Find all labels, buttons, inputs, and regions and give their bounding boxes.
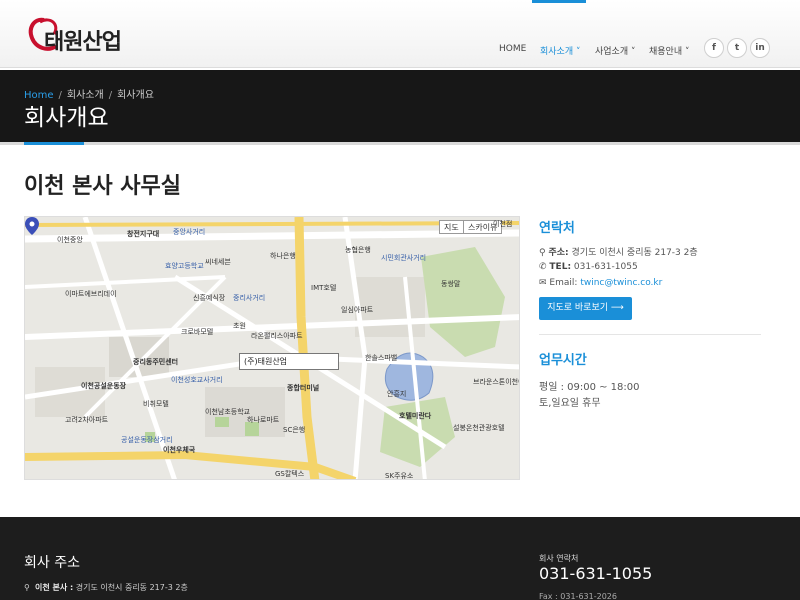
view-map-button[interactable]: 지도로 바로보기 ⟶ xyxy=(539,297,632,320)
map-label: 공설운동장삼거리 xyxy=(121,436,173,444)
contact-tel: ✆ TEL: 031-631-1055 xyxy=(539,262,638,272)
breadcrumb-current: 회사개요 xyxy=(117,90,154,101)
tel-value: 031-631-1055 xyxy=(573,262,638,272)
nav-recruit[interactable]: 채용안내 ˅ xyxy=(649,44,689,57)
contact-address: ⚲ 주소: 경기도 이천시 중리동 217-3 2층 xyxy=(539,245,698,258)
nav-home[interactable]: HOME xyxy=(499,44,526,54)
title-divider xyxy=(0,142,800,145)
map-label: 라온팰리스아파트 xyxy=(251,332,303,340)
footer-address-title: 회사 주소 xyxy=(24,555,80,571)
nav-company[interactable]: 회사소개 ˅ xyxy=(540,44,580,57)
footer-office-label: 이천 본사 : xyxy=(34,583,74,592)
map-label: 효양고등학교 xyxy=(165,262,204,270)
active-nav-indicator xyxy=(532,0,586,3)
email-label: Email: xyxy=(549,278,578,288)
map-label: 농협은행 xyxy=(345,246,371,254)
map-label: 창전지구대 xyxy=(127,230,160,238)
map-info-window: (주)태원산업 xyxy=(239,353,339,370)
footer-fax: Fax : 031-631-2026 xyxy=(539,592,617,600)
map-label: 설봉온천관광호텔 xyxy=(453,424,505,432)
envelope-icon: ✉ xyxy=(539,278,547,288)
map-label: 이천점 xyxy=(493,220,513,228)
map-label: 이천남초등학교 xyxy=(205,408,251,416)
sidebar-divider xyxy=(539,334,761,335)
map-type-map[interactable]: 지도 xyxy=(439,220,464,234)
footer-office-address: ⚲ 이천 본사 : 경기도 이천시 중리동 217-3 2층 xyxy=(24,582,188,593)
map-label: 안흥지 xyxy=(387,390,407,398)
linkedin-icon[interactable]: in xyxy=(750,38,770,58)
location-map[interactable]: 지도 스카이뷰 창전지구대 중앙사거리 이천중앙 하나은행 씨네세븐 농협은행 … xyxy=(24,216,520,480)
map-label: 중리동주민센터 xyxy=(133,358,179,366)
map-label: 브라운스톤이천아파트 xyxy=(473,378,519,386)
location-pin-icon: ⚲ xyxy=(539,248,546,258)
map-label: GS칼텍스 xyxy=(275,470,305,478)
contact-email: ✉ Email: twinc@twinc.co.kr xyxy=(539,278,662,288)
map-label: 신흥예식장 xyxy=(193,294,226,302)
map-label: SC은행 xyxy=(283,426,306,434)
address-value: 경기도 이천시 중리동 217-3 2층 xyxy=(571,248,698,258)
map-label: SK주유소 xyxy=(385,472,414,480)
footer-office-value: 경기도 이천시 중리동 217-3 2층 xyxy=(75,583,188,592)
facebook-icon[interactable]: f xyxy=(704,38,724,58)
location-pin-icon: ⚲ xyxy=(24,583,30,592)
map-label: 한솔스파밸 xyxy=(365,354,398,362)
hours-weekend: 토,일요일 휴무 xyxy=(539,398,601,409)
logo[interactable]: 태원산업 xyxy=(26,14,126,60)
address-label: 주소: xyxy=(548,248,569,258)
map-label: 하나로마트 xyxy=(247,416,280,424)
tel-label: TEL: xyxy=(549,262,572,272)
map-label: 시민회관사거리 xyxy=(381,254,427,262)
map-label: 이마트에브리데이 xyxy=(65,290,117,298)
hours-heading: 업무시간 xyxy=(539,353,587,368)
twitter-icon[interactable]: t xyxy=(727,38,747,58)
map-label: 하나은행 xyxy=(270,252,296,260)
map-marker-icon[interactable] xyxy=(25,217,39,235)
map-label: 이천우체국 xyxy=(163,446,196,454)
contact-heading: 연락처 xyxy=(539,221,575,236)
map-label: 중앙사거리 xyxy=(173,228,206,236)
office-heading: 이천 본사 사무실 xyxy=(24,174,181,199)
page-title: 회사개요 xyxy=(24,105,109,131)
map-label: 고려2차아파트 xyxy=(65,416,109,424)
hours-weekday: 평일 : 09:00 ~ 18:00 xyxy=(539,382,640,393)
footer-phone: 031-631-1055 xyxy=(539,564,653,583)
map-label: IMT호텔 xyxy=(311,284,337,292)
footer-contact-label: 회사 연락처 xyxy=(539,554,579,563)
email-link[interactable]: twinc@twinc.co.kr xyxy=(580,278,662,288)
nav-business[interactable]: 사업소개 ˅ xyxy=(595,44,635,57)
map-label: 호텔미란다 xyxy=(399,412,432,420)
map-label: 크로바모텔 xyxy=(181,328,214,336)
map-label: 씨네세븐 xyxy=(205,258,231,266)
map-label: 이천중앙 xyxy=(57,236,83,244)
phone-icon: ✆ xyxy=(539,262,547,272)
map-label: 일심아파트 xyxy=(341,306,374,314)
map-label: 종합터미널 xyxy=(287,384,320,392)
map-label: 중리사거리 xyxy=(233,294,266,302)
logo-text: 태원산업 xyxy=(44,30,122,55)
page-title-band xyxy=(0,70,800,142)
map-label: 동쌍말 xyxy=(441,280,461,288)
map-label: 이천공설운동장 xyxy=(81,382,127,390)
map-label: 비취모텔 xyxy=(143,400,169,408)
map-label: 이천성호교사거리 xyxy=(171,376,223,384)
title-divider-accent xyxy=(24,142,84,145)
map-label: 초원 xyxy=(233,322,246,330)
site-header: 태원산업 HOME 회사소개 ˅ 사업소개 ˅ 채용안내 ˅ f t in xyxy=(0,0,800,68)
